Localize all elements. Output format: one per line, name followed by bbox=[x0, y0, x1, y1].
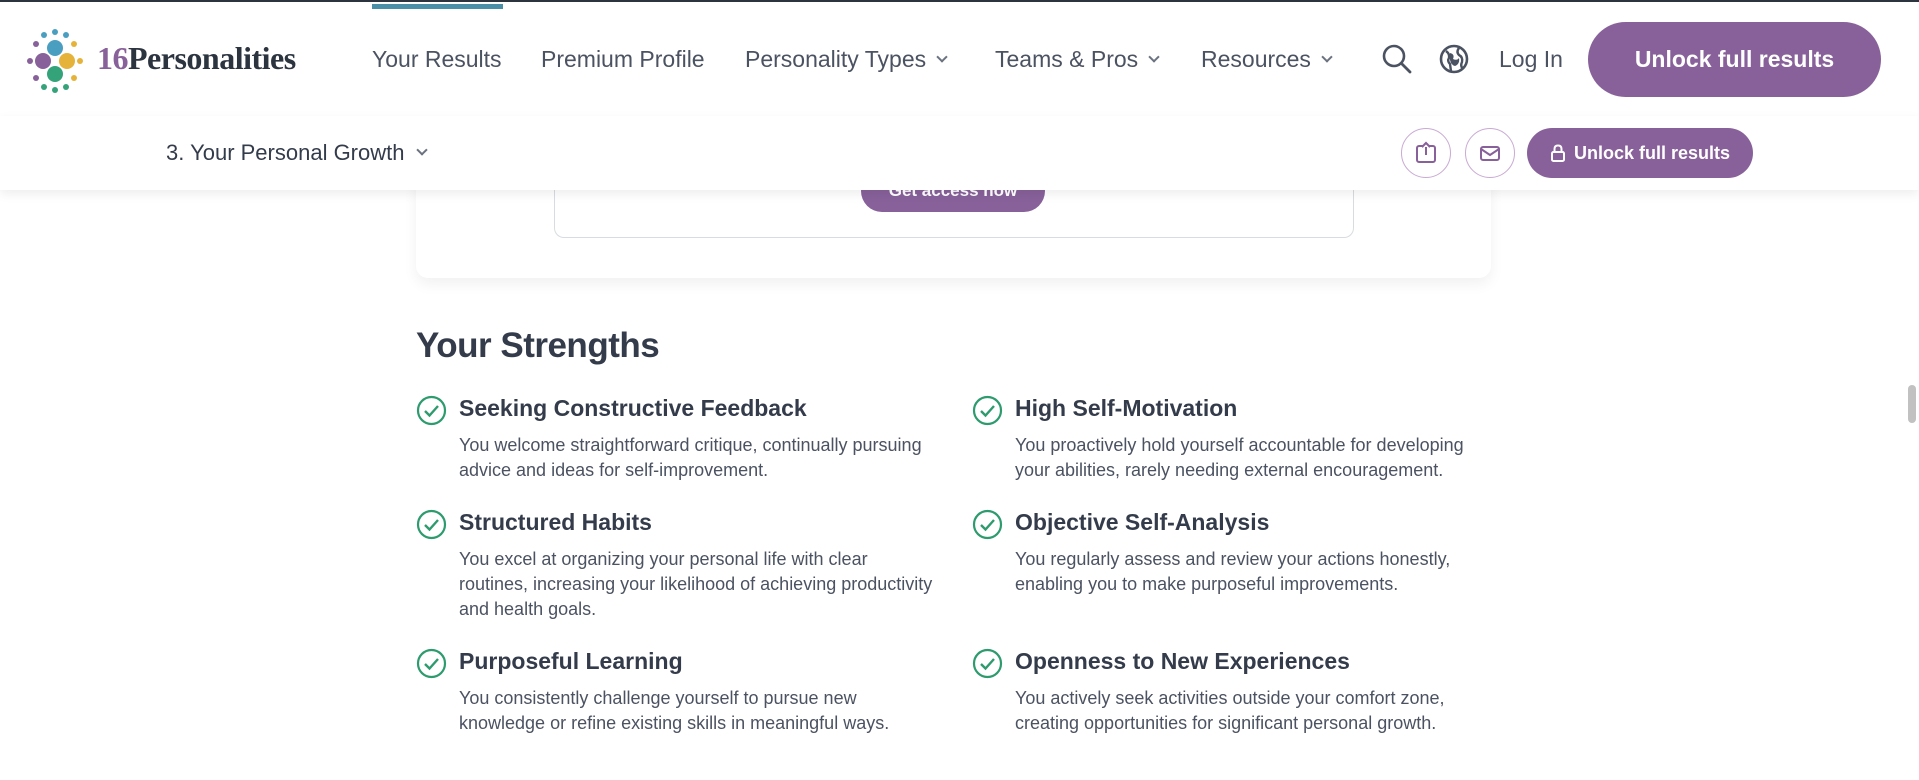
nav-label: Resources bbox=[1201, 46, 1311, 72]
email-button[interactable] bbox=[1465, 128, 1515, 178]
nav-label: Your Results bbox=[372, 46, 502, 72]
nav-label: Personality Types bbox=[745, 46, 927, 72]
brand-number: 16 bbox=[97, 40, 129, 76]
check-circle-icon bbox=[972, 509, 1003, 540]
login-link[interactable]: Log In bbox=[1499, 46, 1563, 73]
strength-description: You excel at organizing your personal li… bbox=[459, 549, 933, 619]
nav-teams-pros[interactable]: Teams & Pros bbox=[995, 46, 1160, 73]
nav-premium-profile[interactable]: Premium Profile bbox=[541, 46, 705, 73]
scrollbar-thumb[interactable] bbox=[1908, 385, 1916, 423]
section-dropdown-label: 3. Your Personal Growth bbox=[166, 140, 405, 165]
strength-title: Structured Habits bbox=[459, 509, 652, 535]
brand-text: Personalities bbox=[128, 40, 296, 76]
section-dropdown[interactable]: 3. Your Personal Growth bbox=[166, 140, 429, 166]
check-circle-icon bbox=[416, 509, 447, 540]
section-subbar: 3. Your Personal Growth Unlock full resu… bbox=[0, 116, 1919, 190]
strength-description: You actively seek activities outside you… bbox=[1015, 688, 1445, 733]
chevron-down-icon bbox=[416, 144, 429, 156]
check-circle-icon bbox=[972, 395, 1003, 426]
strength-title: Objective Self-Analysis bbox=[1015, 509, 1270, 535]
chevron-down-icon bbox=[1321, 50, 1333, 63]
chevron-down-icon bbox=[936, 50, 948, 63]
strength-title: Openness to New Experiences bbox=[1015, 648, 1350, 674]
strengths-heading: Your Strengths bbox=[416, 326, 660, 365]
strength-description: You welcome straightforward critique, co… bbox=[459, 435, 922, 480]
nav-label: Premium Profile bbox=[541, 46, 705, 72]
globe-icon[interactable] bbox=[1437, 42, 1471, 76]
strength-title: Seeking Constructive Feedback bbox=[459, 395, 807, 421]
strength-description: You consistently challenge yourself to p… bbox=[459, 688, 890, 733]
active-tab-indicator bbox=[372, 4, 503, 9]
logo-icon[interactable] bbox=[22, 26, 92, 96]
strength-description: You regularly assess and review your act… bbox=[1015, 549, 1451, 594]
check-circle-icon bbox=[416, 395, 447, 426]
unlock-small-label: Unlock full results bbox=[1573, 142, 1731, 163]
chevron-down-icon bbox=[1148, 50, 1160, 63]
nav-label: Teams & Pros bbox=[995, 46, 1139, 72]
strength-description: You proactively hold yourself accountabl… bbox=[1015, 435, 1464, 480]
strength-title: High Self-Motivation bbox=[1015, 395, 1238, 421]
nav-resources[interactable]: Resources bbox=[1201, 46, 1333, 73]
search-icon[interactable] bbox=[1380, 42, 1414, 76]
nav-personality-types[interactable]: Personality Types bbox=[745, 46, 948, 73]
nav-your-results[interactable]: Your Results bbox=[372, 46, 502, 73]
mail-icon bbox=[1480, 146, 1500, 161]
share-icon bbox=[1416, 141, 1436, 163]
strength-title: Purposeful Learning bbox=[459, 648, 683, 674]
lock-icon bbox=[1550, 144, 1565, 162]
check-circle-icon bbox=[416, 648, 447, 679]
share-button[interactable] bbox=[1401, 128, 1451, 178]
top-navigation: 16Personalities Your Results Premium Pro… bbox=[0, 0, 1919, 116]
unlock-full-results-button[interactable]: Unlock full results bbox=[1588, 22, 1881, 97]
brand-name[interactable]: 16Personalities bbox=[97, 40, 296, 77]
unlock-full-results-small-button[interactable]: Unlock full results bbox=[1527, 128, 1753, 178]
check-circle-icon bbox=[972, 648, 1003, 679]
